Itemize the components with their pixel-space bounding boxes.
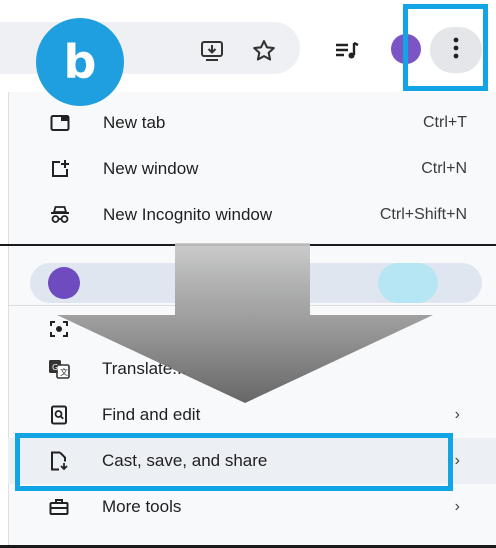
new-tab-icon [49, 112, 71, 134]
down-arrow-graphic [57, 243, 433, 403]
bookmark-star-icon[interactable] [249, 36, 279, 66]
find-icon [48, 404, 70, 426]
menu-item-shortcut: Ctrl+Shift+N [379, 206, 467, 223]
step-badge: b [36, 18, 124, 106]
install-app-icon[interactable] [198, 36, 228, 66]
chevron-right-icon: › [454, 452, 460, 469]
menu-item-label: New tab [103, 113, 166, 132]
menu-item-label: New window [103, 159, 199, 178]
menu-item-new-window[interactable]: New window Ctrl+N [9, 146, 496, 192]
menu-item-shortcut: Ctrl+T [423, 114, 467, 131]
menu-item-label: More tools [102, 497, 182, 516]
menu-item-label: Find and edit [102, 405, 201, 424]
menu-item-label: New Incognito window [103, 205, 273, 224]
menu-item-new-tab[interactable]: New tab Ctrl+T [9, 100, 496, 146]
incognito-icon [49, 204, 71, 226]
chevron-right-icon: › [454, 498, 460, 515]
toolbox-icon [48, 496, 70, 518]
chevron-right-icon: › [454, 406, 460, 423]
highlight-more-menu [403, 4, 488, 91]
media-queue-icon[interactable] [332, 36, 362, 66]
new-window-icon [49, 158, 71, 180]
menu-item-shortcut: Ctrl+N [421, 160, 467, 177]
highlight-cast-save-share [15, 433, 453, 491]
menu-item-new-incognito-window[interactable]: New Incognito window Ctrl+Shift+N [9, 192, 496, 238]
